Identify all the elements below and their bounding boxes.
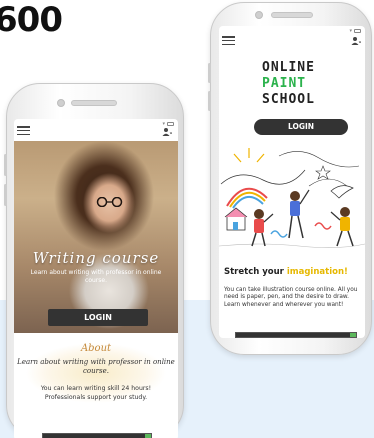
tagline-prefix: Stretch your xyxy=(224,267,287,277)
battery-icon xyxy=(167,122,174,126)
kids-drawing-illustration xyxy=(219,148,365,248)
battery-icon xyxy=(354,29,361,33)
tagline: Stretch your imagination! xyxy=(224,267,365,277)
brand-school: SCHOOL xyxy=(262,92,315,107)
login-button[interactable]: LOGIN xyxy=(254,119,348,135)
about-tagline: Learn about writing with professor in on… xyxy=(17,358,175,375)
user-icon[interactable] xyxy=(162,127,172,137)
hero-image: Writing course Learn about writing with … xyxy=(14,141,178,333)
front-camera xyxy=(255,11,263,19)
phone-writing-course: ▾ Writing course Learn about writing wit… xyxy=(4,83,184,438)
side-button xyxy=(4,184,7,206)
hamburger-menu-icon[interactable] xyxy=(17,126,30,135)
brand-online: ONLINE xyxy=(262,60,315,75)
browser-bar xyxy=(235,332,357,338)
wifi-icon: ▾ xyxy=(349,28,352,34)
tagline-highlight: imagination! xyxy=(286,267,348,277)
user-icon[interactable] xyxy=(351,36,361,46)
phone-screen: ▾ Writing course Learn about writing wit… xyxy=(14,119,178,438)
brand-paint: PAINT xyxy=(262,76,307,91)
front-camera xyxy=(57,99,65,107)
about-section: About Learn about writing with professor… xyxy=(14,333,178,438)
side-button xyxy=(208,91,211,111)
phone-paint-school: ▾ ONLINE PAINT SCHOOL LOGIN Stretch your… xyxy=(208,2,372,355)
side-button xyxy=(208,63,211,83)
speaker-grille xyxy=(71,100,117,106)
side-button xyxy=(4,154,7,176)
login-button[interactable]: LOGIN xyxy=(48,309,148,326)
glasses-graphic xyxy=(96,197,123,207)
browser-bar xyxy=(42,433,152,438)
description-body: You can take illustration course online.… xyxy=(224,287,358,308)
hero-subtitle: Learn about writing with professor in on… xyxy=(30,269,162,284)
status-bar: ▾ xyxy=(349,28,361,34)
hamburger-menu-icon[interactable] xyxy=(222,36,235,45)
about-body: You can learn writing skill 24 hours! Pr… xyxy=(40,385,152,401)
speaker-grille xyxy=(271,12,313,18)
phone-screen: ▾ ONLINE PAINT SCHOOL LOGIN Stretch your… xyxy=(219,26,365,338)
page-title: 600 xyxy=(0,0,63,40)
hero-title: Writing course xyxy=(32,249,160,267)
about-title: About xyxy=(80,343,112,354)
